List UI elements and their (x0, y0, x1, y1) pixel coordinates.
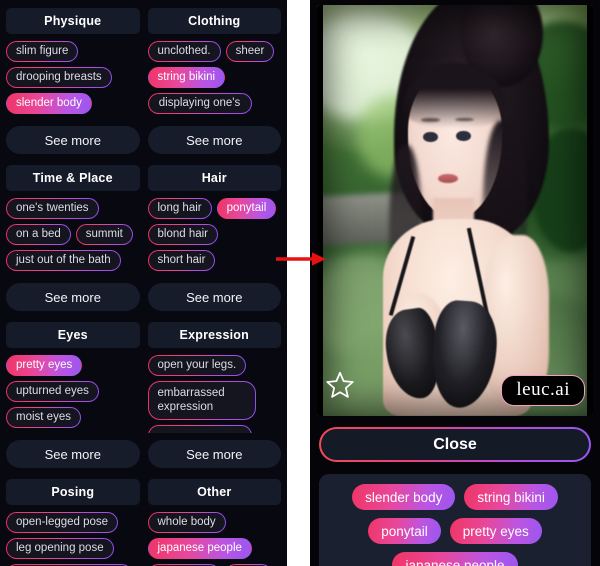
category-block: Hair long hair ponytail blond hair short hai… (147, 165, 282, 322)
tag-list: one's twenties on a bed summit just out of … (6, 198, 140, 276)
tag-chip[interactable]: ponytail (216, 198, 277, 219)
tag-chip[interactable]: long hair (148, 198, 212, 219)
tag-list: pretty eyes upturned eyes moist eyes (6, 355, 140, 433)
tag-list: long hair ponytail blond hair short hair (148, 198, 282, 276)
category-title: Expression (147, 322, 281, 348)
category-block: Clothing unclothed. sheer string bikini disp… (147, 8, 282, 165)
category-block: Physique slim figure drooping breasts slend… (6, 8, 140, 165)
category-title: Eyes (6, 322, 140, 348)
red-right-arrow-icon (276, 252, 326, 266)
category-title: Time & Place (6, 165, 140, 191)
watermark-label: leuc.ai (501, 375, 585, 406)
tag-list: whole bodyjapanese peopletop qualityches… (147, 512, 282, 566)
category-block: Time & Place one's twenties on a bed summit… (6, 165, 140, 322)
tag-chip[interactable]: open-legged pose (6, 512, 118, 533)
tag-chip[interactable]: just out of the bath (6, 250, 121, 271)
see-more-button[interactable]: See more (147, 126, 281, 154)
close-button[interactable]: Close (319, 427, 591, 462)
tag-chip[interactable]: leg opening pose (6, 538, 114, 559)
category-block: Otherwhole bodyjapanese peopletop qualit… (147, 479, 282, 566)
selected-tag-chip[interactable]: string bikini (464, 484, 558, 510)
tag-list: slim figure drooping breasts slender body (6, 41, 140, 119)
tag-chip[interactable]: embarrassed expression (148, 381, 256, 420)
tag-chip[interactable]: sheer (226, 41, 275, 62)
tag-chip[interactable]: upturned eyes (6, 381, 99, 402)
tag-category-panel: Physique slim figure drooping breasts slend… (0, 0, 287, 566)
image-left-letterbox (317, 5, 323, 416)
see-more-button[interactable]: See more (147, 283, 281, 311)
category-block: Posingopen-legged poseleg opening poseop… (6, 479, 140, 566)
tag-chip[interactable]: string bikini (147, 67, 226, 88)
tag-chip[interactable]: drooping breasts (6, 67, 112, 88)
category-title: Clothing (147, 8, 281, 34)
image-right-letterbox (587, 5, 593, 416)
tag-chip[interactable]: slim figure (6, 41, 78, 62)
see-more-button[interactable]: See more (6, 126, 140, 154)
tag-list: open-legged poseleg opening poseopen-leg… (6, 512, 140, 566)
selected-tag-chip[interactable]: ponytail (368, 518, 441, 544)
tag-chip[interactable] (148, 425, 252, 433)
tag-chip[interactable]: moist eyes (6, 407, 81, 428)
star-icon[interactable] (325, 370, 355, 400)
tag-chip[interactable]: displaying one's (148, 93, 252, 114)
app-screenshot: Physique slim figure drooping breasts slend… (0, 0, 600, 566)
tag-chip[interactable]: slender body (6, 93, 92, 114)
selected-tag-chip[interactable]: slender body (352, 484, 456, 510)
see-more-button[interactable]: See more (6, 440, 140, 468)
see-more-button[interactable]: See more (147, 440, 281, 468)
tag-list: unclothed. sheer string bikini displaying o… (147, 41, 282, 119)
category-block: Expression open your legs. embarrassed exp… (147, 322, 282, 479)
tag-chip[interactable]: blond hair (148, 224, 219, 245)
category-title: Physique (6, 8, 140, 34)
tag-chip[interactable]: on a bed (6, 224, 71, 245)
tag-chip[interactable]: japanese people (147, 538, 252, 559)
selected-tag-chip[interactable]: pretty eyes (449, 518, 542, 544)
generated-image-preview[interactable]: leuc.ai (317, 5, 593, 416)
selected-tags-box: slender body string bikini ponytail pretty … (319, 474, 591, 566)
category-title: Posing (6, 479, 140, 505)
preview-panel: leuc.ai Close slender body string bikini p… (310, 0, 600, 566)
see-more-button[interactable]: See more (6, 283, 140, 311)
tag-chip[interactable]: open your legs. (148, 355, 247, 376)
category-grid: Physique slim figure drooping breasts slend… (0, 0, 287, 566)
tag-list: open your legs. embarrassed expression (148, 355, 282, 433)
tag-chip[interactable]: short hair (148, 250, 216, 271)
category-title: Hair (147, 165, 281, 191)
category-title: Other (147, 479, 281, 505)
tag-chip[interactable]: whole body (148, 512, 226, 533)
tag-chip[interactable]: summit (76, 224, 133, 245)
tag-chip[interactable]: pretty eyes (6, 355, 83, 376)
preview-photo (317, 5, 593, 416)
selected-tag-chip[interactable]: japanese people (392, 552, 518, 566)
tag-chip[interactable]: unclothed. (148, 41, 221, 62)
tag-chip[interactable]: one's twenties (6, 198, 99, 219)
category-block: Eyes pretty eyes upturned eyes moist eyes Se… (6, 322, 140, 479)
